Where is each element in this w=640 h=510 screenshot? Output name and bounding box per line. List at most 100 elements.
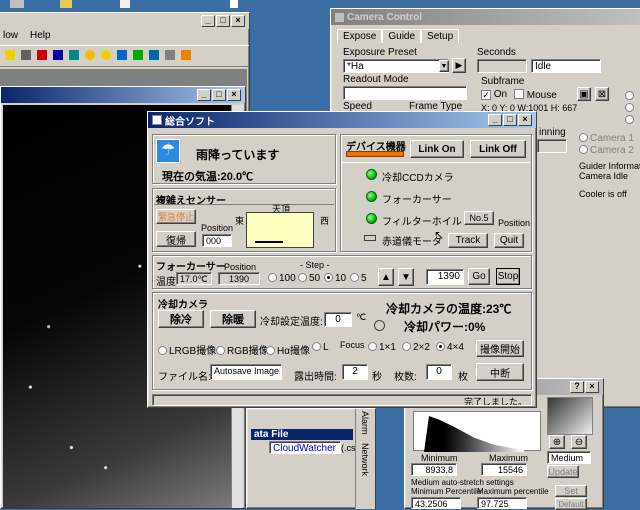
menu-low[interactable]: low xyxy=(3,30,18,44)
radio-icon[interactable] xyxy=(268,273,277,282)
set-button[interactable]: Set xyxy=(555,485,587,497)
subframe-select-icon[interactable]: ▣ xyxy=(577,87,591,101)
binning-2x2-radio[interactable]: 2×2 xyxy=(402,342,430,353)
subframe-on[interactable]: ✓ On xyxy=(481,89,507,100)
desktop-icon-3[interactable] xyxy=(120,0,130,8)
readout-mode-select[interactable] xyxy=(343,86,467,100)
radio-icon[interactable] xyxy=(436,342,445,351)
radio-icon[interactable] xyxy=(368,342,377,351)
radio-icon[interactable] xyxy=(625,91,634,100)
checkbox-icon[interactable]: ✓ xyxy=(481,90,491,100)
radio-icon[interactable] xyxy=(158,346,167,355)
camera1-radio[interactable]: Camera 1 xyxy=(579,133,634,144)
menu-help[interactable]: Help xyxy=(30,30,51,44)
restore-button[interactable]: 復帰 xyxy=(156,231,196,247)
tab-expose[interactable]: Expose xyxy=(337,29,383,43)
focus-out-down-icon[interactable]: ▼ xyxy=(398,268,414,286)
max-value-field[interactable]: 15546 xyxy=(481,463,527,476)
step-10-radio[interactable]: 10 xyxy=(324,273,346,284)
radio-icon[interactable] xyxy=(298,273,307,282)
exposure-preset-select[interactable]: *Ha xyxy=(343,59,449,73)
tab-alarm[interactable]: Alarm xyxy=(360,411,370,435)
close-icon[interactable]: × xyxy=(227,89,241,101)
maximize-icon[interactable]: □ xyxy=(503,114,517,126)
tab-network[interactable]: Network xyxy=(360,443,370,476)
cloudwatcher-field[interactable]: CloudWatcher xyxy=(269,441,341,454)
goto-position-field[interactable]: 1390 xyxy=(426,269,464,285)
track-button[interactable]: Track xyxy=(448,233,488,248)
cool-button[interactable]: 除冷 xyxy=(158,310,204,328)
set-temp-field[interactable]: 0 xyxy=(324,312,352,327)
default-button[interactable]: Default xyxy=(555,498,587,510)
tab-guide[interactable]: Guide xyxy=(382,29,422,43)
radio-icon[interactable] xyxy=(312,342,321,351)
radio-icon[interactable] xyxy=(402,342,411,351)
toolbar-icon[interactable] xyxy=(85,50,95,60)
close-icon[interactable]: × xyxy=(518,114,532,126)
stretch-mode-select[interactable]: Medium xyxy=(547,451,591,464)
right-radio-3[interactable] xyxy=(625,115,636,126)
right-radio-1[interactable] xyxy=(625,91,636,102)
seconds-field[interactable] xyxy=(477,59,527,73)
filter-lrgb-radio[interactable]: LRGB撮像 xyxy=(158,342,216,357)
inning-select[interactable] xyxy=(537,139,567,153)
zoom-in-icon[interactable]: ⊕ xyxy=(549,435,565,449)
radio-icon[interactable] xyxy=(216,346,225,355)
right-radio-2[interactable] xyxy=(625,103,636,114)
binning-4x4-radio[interactable]: 4×4 xyxy=(436,342,464,353)
start-capture-button[interactable]: 撮像開始 xyxy=(476,340,524,357)
help-icon[interactable]: ? xyxy=(570,381,584,393)
step-50-radio[interactable]: 50 xyxy=(298,273,320,284)
radio-icon[interactable] xyxy=(324,273,333,282)
link-on-button[interactable]: Link On xyxy=(410,140,464,158)
radio-icon[interactable] xyxy=(266,346,275,355)
toolbar-icon[interactable] xyxy=(165,50,175,60)
filter-rgb-radio[interactable]: RGB撮像 xyxy=(216,342,269,357)
toolbar-icon[interactable] xyxy=(181,50,191,60)
toolbar-icon[interactable] xyxy=(37,50,47,60)
step-5-radio[interactable]: 5 xyxy=(350,273,367,284)
step-100-radio[interactable]: 100 xyxy=(268,273,296,284)
min-percentile-field[interactable]: 43.2506 xyxy=(411,497,461,509)
quit-button[interactable]: Quit xyxy=(494,233,524,248)
rain-position-field[interactable]: 000 xyxy=(202,234,232,247)
update-button[interactable]: Update xyxy=(547,465,579,478)
toolbar-icon[interactable] xyxy=(149,50,159,60)
close-icon[interactable]: × xyxy=(231,15,245,27)
toolbar-icon[interactable] xyxy=(133,50,143,60)
stop-button[interactable]: Stop xyxy=(496,268,520,285)
tab-setup[interactable]: Setup xyxy=(421,29,460,43)
emergency-stop-button[interactable]: 緊急停止 xyxy=(156,209,196,224)
camera2-radio[interactable]: Camera 2 xyxy=(579,145,634,156)
toolbar-icon[interactable] xyxy=(101,50,111,60)
desktop-icon-4[interactable] xyxy=(230,0,238,8)
minimize-icon[interactable]: _ xyxy=(197,89,211,101)
minimize-icon[interactable]: _ xyxy=(201,15,215,27)
checkbox-icon[interactable] xyxy=(514,89,524,99)
maximize-icon[interactable]: □ xyxy=(216,15,230,27)
toolbar-icon[interactable] xyxy=(53,50,63,60)
radio-icon[interactable] xyxy=(625,115,634,124)
radio-icon[interactable] xyxy=(350,273,359,282)
toolbar-icon[interactable] xyxy=(117,50,127,60)
radio-icon[interactable] xyxy=(579,145,588,154)
filter-ha-radio[interactable]: Hα撮像 xyxy=(266,342,310,357)
zoom-out-icon[interactable]: ⊖ xyxy=(571,435,587,449)
toolbar-icon[interactable] xyxy=(5,50,15,60)
subframe-mouse[interactable]: Mouse xyxy=(514,89,557,101)
filename-field[interactable]: Autosave Image xyxy=(210,364,282,380)
exposure-preset-dropdown-icon[interactable]: ▼ xyxy=(439,60,449,72)
toolbar-icon[interactable] xyxy=(69,50,79,60)
desktop-icon-2[interactable] xyxy=(60,0,72,8)
binning-1x1-radio[interactable]: 1×1 xyxy=(368,342,396,353)
frames-field[interactable]: 0 xyxy=(426,364,452,380)
subframe-full-icon[interactable]: ⊠ xyxy=(595,87,609,101)
radio-icon[interactable] xyxy=(579,133,588,142)
filter-position-button[interactable]: No.5 xyxy=(464,211,494,225)
max-percentile-field[interactable]: 97.725 xyxy=(477,497,527,509)
maximize-icon[interactable]: □ xyxy=(212,89,226,101)
min-value-field[interactable]: 8933.8 xyxy=(411,463,457,476)
abort-button[interactable]: 中断 xyxy=(476,363,524,381)
filter-l-radio[interactable]: L xyxy=(312,342,329,353)
play-icon[interactable]: ▶ xyxy=(452,58,466,73)
